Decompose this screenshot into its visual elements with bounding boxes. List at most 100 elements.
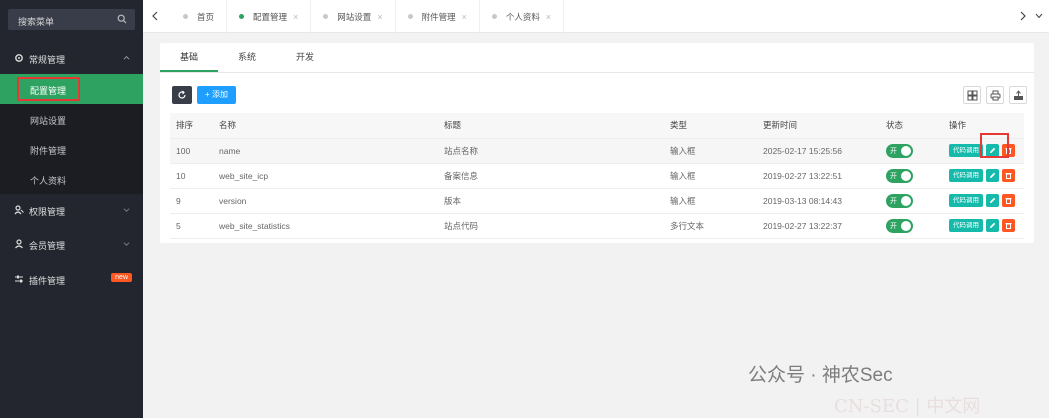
watermark-site: CN-SEC | 中文网 [834,396,981,417]
cell-title: 备案信息 [438,163,664,189]
tab-basic[interactable]: 基础 [160,43,219,72]
table-row[interactable]: 9 version 版本 输入框 2019-03-13 08:14:43 开 代… [170,188,1024,214]
sidebar: 搜索菜单 常规管理 配置管理 网站设置 附件管理 个人资料 权限管理 会员管理 … [0,0,143,418]
cell-type: 多行文本 [664,213,757,239]
nav-group-regular[interactable]: 常规管理 [0,44,143,72]
col-status[interactable]: 状态 [880,113,943,139]
status-switch[interactable]: 开 [886,168,913,183]
edit-button[interactable] [986,194,999,207]
sidebar-item-website[interactable]: 网站设置 [0,104,143,134]
code-call-button[interactable]: 代码调用 [949,219,983,232]
tab-bar: 首页 配置管理 × 网站设置 × 附件管理 × 个人资料 × [143,0,1049,33]
edit-button[interactable] [986,219,999,232]
switch-knob [901,145,911,156]
watermark-account: 公众号 · 神农Sec [748,365,893,386]
sidebar-item-attachment[interactable]: 附件管理 [0,134,143,164]
delete-button[interactable] [1002,219,1015,232]
cell-sort: 9 [170,188,213,214]
status-switch[interactable]: 开 [886,193,913,208]
tab-label: 配置管理 [253,11,288,22]
code-call-button[interactable]: 代码调用 [949,169,983,182]
print-button[interactable] [986,86,1004,104]
cell-title: 版本 [438,188,664,214]
sidebar-item-label: 附件管理 [30,146,67,156]
close-icon[interactable]: × [377,12,382,22]
add-button[interactable]: + 添加 [197,86,236,104]
chevron-right-icon[interactable] [1019,11,1027,21]
tab-label: 首页 [197,11,215,22]
table-header: 排序 名称 标题 类型 更新时间 状态 操作 [170,113,1024,139]
col-title[interactable]: 标题 [438,113,664,139]
switch-label: 开 [890,222,897,230]
cell-name: web_site_statistics [213,213,438,239]
search-icon[interactable] [117,14,127,24]
edit-button[interactable] [986,169,999,182]
cell-status: 开 [880,188,943,214]
nav-group-permission[interactable]: 权限管理 [0,196,143,224]
cell-title: 站点代码 [438,213,664,239]
switch-label: 开 [890,147,897,155]
table-row[interactable]: 10 web_site_icp 备案信息 输入框 2019-02-27 13:2… [170,163,1024,189]
tab-system[interactable]: 系统 [218,43,276,72]
config-table: 排序 名称 标题 类型 更新时间 状态 操作 100 name 站点名称 输入框… [170,113,1024,239]
table-row[interactable]: 5 web_site_statistics 站点代码 多行文本 2019-02-… [170,213,1024,239]
tab-config[interactable]: 配置管理 × [227,0,312,33]
table-row[interactable]: 100 name 站点名称 输入框 2025-02-17 15:25:56 开 … [170,138,1024,164]
cell-status: 开 [880,138,943,164]
col-time[interactable]: 更新时间 [757,113,880,139]
cell-name: name [213,138,438,164]
tab-label: 附件管理 [421,11,456,22]
cell-time: 2019-03-13 08:14:43 [757,188,880,214]
switch-knob [901,170,911,181]
chevron-down-icon[interactable] [1035,13,1043,19]
chevron-up-icon [123,56,130,60]
switch-label: 开 [890,197,897,205]
sidebar-item-profile[interactable]: 个人资料 [0,164,143,194]
status-switch[interactable]: 开 [886,143,913,158]
tab-dot [491,14,497,19]
cell-status: 开 [880,213,943,239]
menu-search[interactable]: 搜索菜单 [8,9,135,30]
cell-sort: 100 [170,138,213,164]
gear-icon [15,54,23,62]
status-switch[interactable]: 开 [886,218,913,233]
delete-button[interactable] [1002,194,1015,207]
export-button[interactable] [1009,86,1027,104]
config-card: 基础 系统 开发 + 添加 排序 名称 标题 类型 更新时间 状态 操作 100… [160,43,1034,243]
nav-group-label: 常规管理 [29,55,66,65]
tab-profile[interactable]: 个人资料 × [480,0,565,33]
tab-dot [239,14,245,19]
user-icon [15,239,23,249]
code-call-button[interactable]: 代码调用 [949,194,983,207]
col-name[interactable]: 名称 [213,113,438,139]
tab-attachment[interactable]: 附件管理 × [396,0,480,33]
refresh-button[interactable] [172,86,192,104]
cell-actions: 代码调用 [943,188,1024,214]
cell-sort: 10 [170,163,213,189]
cell-type: 输入框 [664,138,757,164]
nav-group-member[interactable]: 会员管理 [0,230,143,258]
col-type[interactable]: 类型 [664,113,757,139]
tab-dot [407,14,413,19]
chevron-down-icon [123,208,130,212]
col-sort[interactable]: 排序 [170,113,213,139]
trash-icon [1005,198,1012,204]
columns-button[interactable] [963,86,981,104]
tab-develop[interactable]: 开发 [276,43,334,72]
sidebar-item-label: 网站设置 [30,116,67,126]
chevron-left-icon[interactable] [151,11,159,21]
columns-icon [967,90,978,101]
code-call-button[interactable]: 代码调用 [949,144,983,157]
delete-button[interactable] [1002,169,1015,182]
highlight-box [980,133,1009,158]
cell-type: 输入框 [664,163,757,189]
edit-icon [990,222,996,228]
close-icon[interactable]: × [546,12,551,22]
tab-website[interactable]: 网站设置 × [311,0,396,33]
close-icon[interactable]: × [293,12,298,22]
close-icon[interactable]: × [462,12,467,22]
nav-group-plugin[interactable]: 插件管理 new [0,265,143,293]
tab-home[interactable]: 首页 [171,0,228,33]
cell-status: 开 [880,163,943,189]
switch-knob [901,220,911,231]
